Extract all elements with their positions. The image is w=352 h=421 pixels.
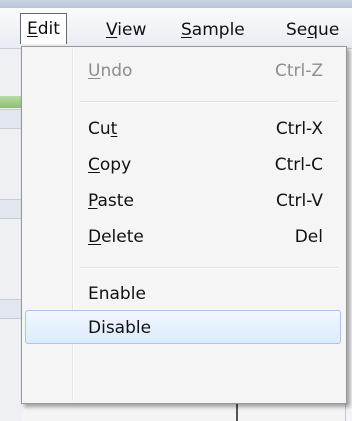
menu-sequence[interactable]: Seque	[280, 17, 345, 43]
menu-view[interactable]: View	[100, 17, 152, 43]
shortcut-undo: Ctrl-Z	[274, 61, 323, 81]
menu-item-cut[interactable]: Cut Ctrl-X	[25, 112, 341, 146]
menu-separator	[80, 101, 338, 103]
menu-item-enable-label: Enable	[88, 284, 146, 304]
menu-item-delete[interactable]: Delete Del	[25, 220, 341, 254]
menu-item-enable[interactable]: Enable	[25, 277, 341, 311]
menu-item-disable-label: Disable	[88, 318, 152, 338]
menu-item-paste[interactable]: Paste Ctrl-V	[25, 184, 341, 218]
menu-edit-mnemonic: E	[27, 19, 38, 39]
menu-edit[interactable]: Edit	[20, 13, 67, 44]
shortcut-copy: Ctrl-C	[274, 155, 323, 175]
edit-menu-dropdown: Undo Ctrl-Z Cut Ctrl-X Copy Ctrl-C Paste…	[21, 46, 347, 404]
menu-sample[interactable]: Sample	[175, 17, 251, 43]
menu-item-undo[interactable]: Undo Ctrl-Z	[25, 54, 341, 88]
menu-edit-rest: dit	[37, 19, 60, 39]
menu-bar: Edit View Sample Seque	[0, 8, 352, 49]
menu-item-disable[interactable]: Disable	[25, 310, 341, 344]
background-divider	[236, 402, 238, 421]
shortcut-delete: Del	[294, 227, 323, 247]
shortcut-paste: Ctrl-V	[275, 191, 323, 211]
background-tab	[0, 96, 22, 108]
shortcut-cut: Ctrl-X	[275, 119, 323, 139]
menu-separator	[80, 267, 338, 269]
menu-item-copy[interactable]: Copy Ctrl-C	[25, 148, 341, 182]
